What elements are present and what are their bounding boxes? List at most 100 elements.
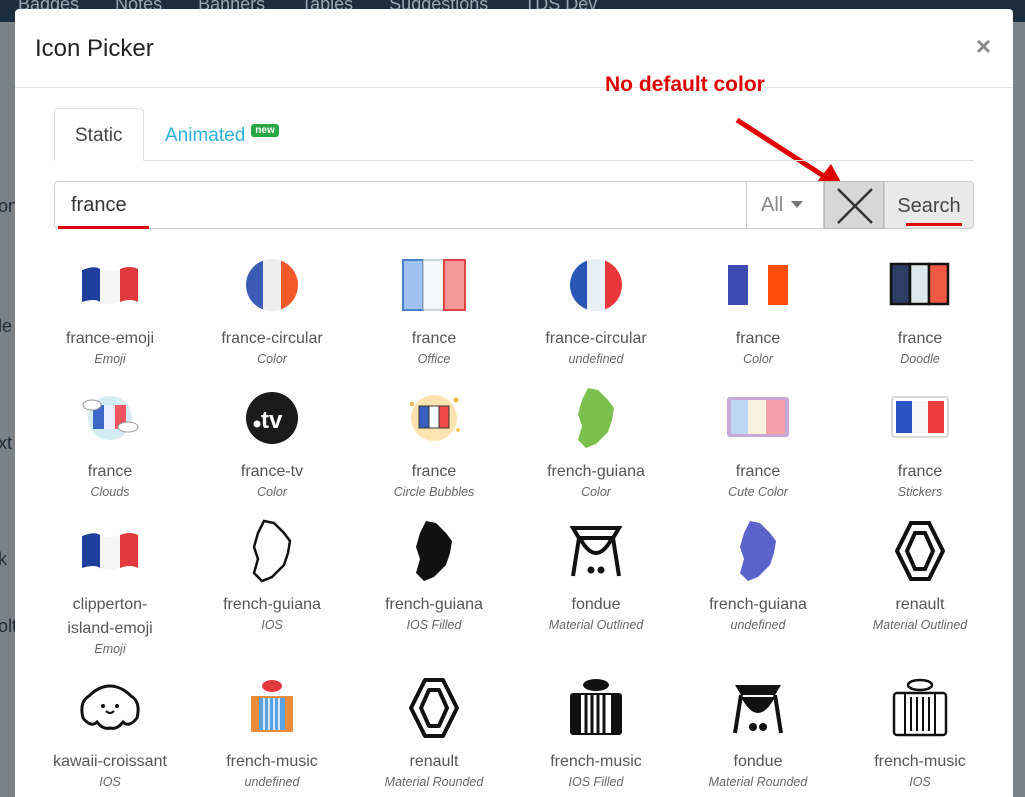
icon-name: renault — [895, 596, 945, 613]
icon-style: Cute Color — [728, 485, 788, 499]
modal-title: Icon Picker — [35, 35, 154, 62]
icon-cell[interactable]: france Stickers — [839, 386, 1001, 499]
icon-cell[interactable]: france Clouds — [29, 386, 191, 499]
icon-name: france-emoji — [65, 330, 155, 347]
fondue-icon — [569, 526, 623, 577]
tab-static[interactable]: Static — [54, 108, 144, 161]
icon-style: Material Rounded — [708, 775, 808, 789]
icon-name: france-circular — [545, 330, 647, 347]
annotation-underline — [906, 223, 962, 226]
icon-cell[interactable]: fondue Material Outlined — [515, 519, 677, 632]
tv-logo-icon: tv — [246, 392, 298, 444]
icon-style: undefined — [244, 775, 300, 789]
icon-name: french-guiana — [223, 596, 321, 613]
background-left-edge — [0, 22, 16, 797]
icon-cell[interactable]: french-guiana IOS Filled — [353, 519, 515, 632]
icon-name: french-guiana — [547, 463, 645, 480]
map-guiana-filled-icon — [416, 521, 452, 581]
new-badge: new — [251, 124, 279, 137]
icon-style: Color — [257, 352, 287, 366]
icon-cell[interactable]: france-emoji Emoji — [29, 253, 191, 366]
icon-cell[interactable]: france Cute Color — [677, 386, 839, 499]
category-select[interactable]: All — [747, 181, 824, 229]
icon-cell[interactable]: tv france-tv Color — [191, 386, 353, 499]
icon-name: french-guiana — [709, 596, 807, 613]
accordion-color-icon — [251, 680, 293, 732]
icon-name: french-guiana — [385, 596, 483, 613]
icon-style: IOS — [909, 775, 931, 789]
icon-name: kawaii-croissant — [53, 753, 167, 770]
flag-wavy-icon — [82, 267, 138, 304]
icon-style: IOS Filled — [568, 775, 624, 789]
flag-circle-icon — [246, 259, 298, 311]
icon-style: IOS — [261, 618, 283, 632]
croissant-icon — [80, 684, 140, 730]
tab-static-label: Static — [75, 125, 123, 146]
close-icon — [837, 188, 873, 224]
icon-cell[interactable]: french-music undefined — [191, 676, 353, 789]
flag-office-icon — [402, 259, 466, 311]
icon-cell[interactable]: france Office — [353, 253, 515, 366]
accordion-outline-icon — [892, 678, 948, 737]
icon-name: france — [87, 463, 133, 480]
icon-cell[interactable]: clipperton-island-emoji Emoji — [29, 519, 191, 656]
icon-style: IOS — [99, 775, 121, 789]
tab-bar: Static Animated new — [54, 108, 974, 161]
icon-cell[interactable]: french-guiana Color — [515, 386, 677, 499]
svg-text:tv: tv — [261, 407, 283, 434]
map-guiana-blue-icon — [740, 521, 776, 581]
icon-style: Color — [257, 485, 287, 499]
category-select-value: All — [761, 194, 784, 216]
icon-name: france — [735, 330, 781, 347]
icon-style: undefined — [568, 352, 624, 366]
bg-fragment: le — [0, 316, 13, 336]
map-guiana-outline-icon — [252, 519, 292, 583]
search-input[interactable] — [54, 181, 747, 229]
icon-name: fondue — [733, 753, 783, 770]
icon-name: french-music — [550, 753, 642, 770]
icon-style: Office — [417, 352, 451, 366]
icon-name: fondue — [571, 596, 621, 613]
icon-cell[interactable]: france-circular Color — [191, 253, 353, 366]
icon-cell[interactable]: france Doodle — [839, 253, 1001, 366]
icon-style: IOS Filled — [406, 618, 462, 632]
icon-cell[interactable]: renault Material Rounded — [353, 676, 515, 789]
flag-circle-icon — [570, 259, 622, 311]
icon-name: france — [411, 463, 457, 480]
annotation-label: No default color — [605, 73, 765, 96]
icon-name: france — [411, 330, 457, 347]
flag-doodle-icon — [889, 262, 950, 306]
icon-cell[interactable]: kawaii-croissant IOS — [29, 676, 191, 789]
icon-cell[interactable]: renault Material Outlined — [839, 519, 1001, 632]
icon-style: Emoji — [94, 642, 126, 656]
icon-cell[interactable]: france Circle Bubbles — [353, 386, 515, 499]
bg-fragment: xt — [0, 433, 13, 453]
search-button[interactable]: Search — [884, 181, 974, 229]
chevron-down-icon — [791, 201, 804, 208]
fondue-filled-icon — [733, 685, 783, 734]
icon-cell[interactable]: france-circular undefined — [515, 253, 677, 366]
search-bar: All Search — [54, 181, 974, 229]
icon-cell[interactable]: france Color — [677, 253, 839, 366]
icon-style: Material Outlined — [548, 618, 644, 632]
clear-color-button[interactable] — [824, 181, 884, 229]
icon-name: french-music — [874, 753, 966, 770]
flag-bubble-icon — [410, 395, 460, 441]
icon-style: Emoji — [94, 352, 126, 366]
icon-cell[interactable]: french-guiana IOS — [191, 519, 353, 632]
tab-animated[interactable]: Animated new — [145, 108, 299, 161]
icon-cell[interactable]: fondue Material Rounded — [677, 676, 839, 789]
icon-name: france — [735, 463, 781, 480]
icon-style: Color — [581, 485, 611, 499]
close-icon[interactable]: × — [976, 33, 991, 59]
icon-cell[interactable]: french-music IOS Filled — [515, 676, 677, 789]
icon-cell[interactable]: french-guiana undefined — [677, 519, 839, 632]
icon-name: france-tv — [240, 463, 304, 480]
icon-name: france — [897, 463, 943, 480]
modal-header: Icon Picker × — [15, 9, 1013, 88]
renault-logo-icon — [409, 678, 459, 738]
background-right-edge — [1012, 22, 1025, 797]
tab-animated-label: Animated — [165, 125, 246, 146]
icon-style: Doodle — [900, 352, 940, 366]
icon-cell[interactable]: french-music IOS — [839, 676, 1001, 789]
